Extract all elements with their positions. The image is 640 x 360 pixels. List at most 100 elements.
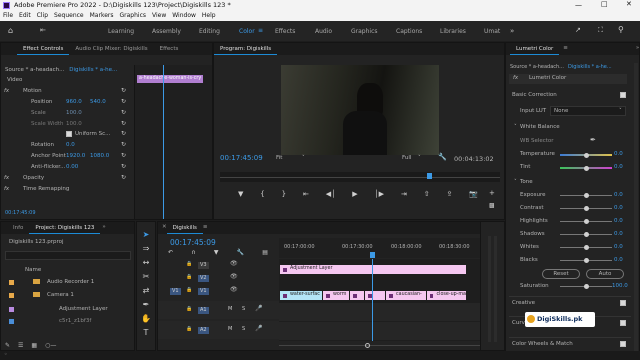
chevron-right-icon[interactable]: »	[510, 28, 514, 35]
lumetri-sequence-link[interactable]: Digiskills * a-he...	[568, 65, 612, 70]
toggle-proxy-icon[interactable]: ▩	[489, 203, 495, 209]
workspace-libraries[interactable]: Libraries	[440, 29, 466, 35]
menu-view[interactable]: View	[152, 13, 166, 19]
go-to-in-icon[interactable]: ⇤	[303, 191, 309, 198]
clip-small-1[interactable]	[350, 291, 364, 300]
workspace-color[interactable]: Color	[239, 29, 255, 35]
track-label-v2[interactable]: V2	[198, 275, 209, 282]
whites-value[interactable]: 0.0	[614, 244, 623, 251]
color-wheels-section[interactable]: Color Wheels & Match	[509, 337, 631, 349]
step-back-icon[interactable]: ◀│	[326, 191, 336, 198]
icon-view-icon[interactable]: ▦	[31, 343, 37, 349]
opacity-label[interactable]: Opacity	[23, 175, 44, 182]
lock-icon[interactable]: 🔒	[186, 262, 192, 267]
project-item-clip[interactable]: c5r1_z1bf3f	[1, 316, 134, 327]
project-search-input[interactable]	[5, 251, 131, 260]
eye-icon[interactable]: 👁	[230, 261, 238, 267]
tab-program[interactable]: Program: Digiskills	[214, 43, 278, 55]
snap-icon[interactable]: ↶	[168, 250, 173, 256]
add-marker-icon[interactable]: ▼	[214, 250, 219, 256]
antiflicker-value[interactable]: 0.00	[66, 164, 78, 171]
eye-icon[interactable]: 👁	[230, 287, 238, 293]
ec-playhead[interactable]	[163, 65, 164, 219]
lumetri-scrollbar[interactable]	[634, 63, 638, 353]
home-icon[interactable]: ⌂	[8, 27, 13, 35]
menu-file[interactable]: File	[3, 13, 13, 19]
workspace-graphics[interactable]: Graphics	[351, 29, 378, 35]
export-frame-icon[interactable]: 📷	[469, 191, 478, 198]
project-item-adjustment-layer[interactable]: Adjustment Layer	[1, 304, 134, 315]
lock-icon[interactable]: 🔒	[186, 307, 192, 312]
scale-value[interactable]: 100.0	[66, 110, 82, 117]
workspace-color-menu-icon[interactable]: ≡	[258, 28, 263, 34]
quick-export-icon[interactable]: ↗	[575, 27, 581, 34]
reset-rotation-icon[interactable]: ↻	[121, 142, 126, 148]
microphone-icon[interactable]: 🎤	[255, 306, 262, 312]
type-tool-icon[interactable]: T	[139, 326, 153, 340]
go-to-out-icon[interactable]: ⇥	[401, 191, 407, 198]
reset-opacity-icon[interactable]: ↻	[121, 175, 126, 181]
track-a2-header[interactable]: 🔒 A2 M S 🎤	[158, 321, 279, 339]
curves-checkbox[interactable]	[620, 320, 626, 326]
workspace-captions[interactable]: Captions	[396, 29, 422, 35]
menu-edit[interactable]: Edit	[19, 13, 31, 19]
workspace-audio[interactable]: Audio	[315, 29, 332, 35]
zoom-slider-icon[interactable]: ○—	[45, 343, 56, 349]
tint-slider-knob[interactable]	[583, 166, 589, 171]
lumetri-overflow-icon[interactable]: »	[636, 46, 639, 52]
blacks-value[interactable]: 0.0	[614, 257, 623, 264]
highlights-value[interactable]: 0.0	[614, 218, 623, 225]
lock-icon[interactable]: 🔒	[186, 327, 192, 332]
clip-close-up[interactable]: close-up-ma	[427, 291, 466, 300]
menu-window[interactable]: Window	[172, 13, 196, 19]
project-name-column[interactable]: Name	[25, 267, 41, 274]
anchor-x-value[interactable]: 1920.0	[66, 153, 85, 160]
position-y-value[interactable]: 540.0	[90, 99, 106, 106]
selection-tool-icon[interactable]: ➤	[139, 228, 153, 242]
track-label-a2[interactable]: A2	[198, 327, 209, 334]
mark-out-icon[interactable]: }	[282, 191, 286, 198]
color-wheels-checkbox[interactable]	[620, 341, 626, 347]
captions-icon[interactable]: ▤	[262, 250, 268, 256]
reset-button[interactable]: Reset	[542, 269, 580, 279]
adjustment-layer-clip[interactable]: Adjustment Layer	[280, 265, 466, 274]
reset-anchor-icon[interactable]: ↻	[121, 153, 126, 159]
track-select-icon[interactable]: ⇒	[139, 242, 153, 256]
clip-caucasian[interactable]: caucasian-	[386, 291, 426, 300]
blacks-slider-knob[interactable]	[583, 258, 589, 263]
track-label-v1[interactable]: V1	[198, 288, 209, 295]
pen-tool-icon[interactable]: ✒	[139, 298, 153, 312]
ec-clip-bar[interactable]: a-headache-woman-is-cry	[137, 75, 203, 83]
solo-button[interactable]: S	[242, 307, 245, 312]
saturation-value[interactable]: 100.0	[612, 283, 628, 290]
track-label-v3[interactable]: V3	[198, 262, 209, 269]
lumetri-menu-icon[interactable]: ≡	[563, 46, 568, 52]
reset-motion-icon[interactable]: ↻	[121, 88, 126, 94]
eyedropper-icon[interactable]: ✒	[590, 137, 596, 144]
temperature-value[interactable]: 0.0	[614, 151, 623, 158]
exposure-slider-knob[interactable]	[583, 193, 589, 198]
workspace-learning[interactable]: Learning	[108, 29, 134, 35]
time-remapping-label[interactable]: Time Remapping	[23, 186, 69, 193]
highlights-slider-knob[interactable]	[583, 219, 589, 224]
ec-timecode[interactable]: 00:17:45:09	[5, 211, 36, 216]
list-view-icon[interactable]: ☰	[18, 343, 23, 349]
auto-button[interactable]: Auto	[586, 269, 624, 279]
track-a1-header[interactable]: 🔒 A1 M S 🎤	[158, 301, 279, 319]
tone-label[interactable]: Tone	[520, 179, 533, 186]
program-timecode[interactable]: 00:17:45:09	[220, 155, 263, 162]
lock-icon[interactable]: 🔒	[186, 275, 192, 280]
wrench-icon[interactable]: 🔧	[438, 154, 447, 161]
clip-water-surface[interactable]: water-surfac	[280, 291, 322, 300]
clip-worm[interactable]: worm	[323, 291, 349, 300]
ripple-edit-icon[interactable]: ↔	[139, 256, 153, 270]
shadows-slider-knob[interactable]	[583, 232, 589, 237]
tab-sequence[interactable]: Digiskills	[166, 222, 203, 234]
reset-scale-icon[interactable]: ↻	[121, 110, 126, 116]
reset-antiflicker-icon[interactable]: ↻	[121, 164, 126, 170]
workspace-effects[interactable]: Effects	[275, 29, 295, 35]
project-item-audio-recorder[interactable]: Audio Recorder 1	[1, 277, 134, 288]
step-forward-icon[interactable]: │▶	[374, 191, 384, 198]
workspace-umat[interactable]: Umat	[484, 29, 500, 35]
temperature-slider-knob[interactable]	[583, 153, 589, 158]
